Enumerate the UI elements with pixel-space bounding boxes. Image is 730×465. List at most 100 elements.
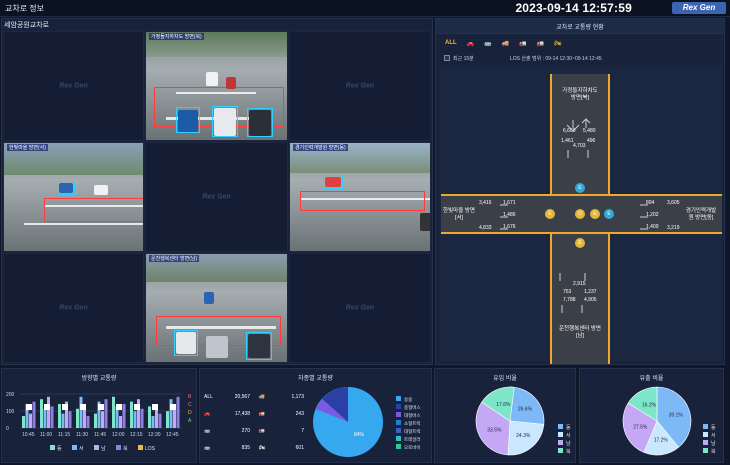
pie-legend-item: 남 — [558, 440, 571, 448]
camera-east[interactable]: 경기인력개발원 방면(동) — [289, 142, 431, 252]
camera-north[interactable]: 가정들지하차도 방면(북) — [145, 31, 288, 141]
los-label: B — [188, 394, 192, 400]
los-badge — [134, 404, 140, 410]
inflow-legend: 동서남북 — [558, 424, 571, 456]
tab-bus-icon[interactable]: 🚌 — [484, 40, 491, 50]
los-light-east-inner: E — [590, 209, 600, 219]
pie-slice-label: 26.6% — [518, 406, 533, 412]
ytick: 200 — [6, 392, 15, 398]
los-badge — [152, 404, 158, 410]
clock: 2023-09-14 12:57:59 — [515, 1, 632, 15]
vehicle-title: 차종별 교통량 — [298, 376, 333, 382]
outflow-title: 유출 비율 — [639, 376, 664, 382]
bar — [166, 411, 169, 428]
vehicle-legend-item: 대형트럭 — [396, 428, 421, 436]
pie-legend-item: 동 — [558, 424, 571, 432]
xtick: 11:15 — [58, 432, 70, 438]
vehicle-legend-item: 승용 — [396, 396, 421, 404]
bar — [68, 411, 72, 428]
camera-north-label: 가정들지하차도 방면(북) — [149, 33, 204, 40]
tab-large-truck-icon[interactable]: 🚛 — [519, 40, 526, 50]
camera-empty-bl: Rex Gen — [3, 253, 144, 363]
pie-label: 84% — [354, 432, 365, 438]
bar — [22, 416, 25, 428]
camera-empty-tr: Rex Gen — [289, 31, 431, 141]
vehicle-row-car: 🚗 17,438 🚛 243 — [204, 410, 304, 417]
bar — [133, 411, 137, 428]
bar — [104, 399, 108, 428]
vehicle-legend-item: 트레일러 — [396, 436, 421, 444]
xtick: 11:45 — [94, 432, 106, 438]
camera-west-label: 한빛마을 방면(서) — [7, 144, 48, 151]
vehicle-type-tabs: ALL 🚗 🚌 🚚 🚛 🚛 🏍 — [445, 40, 562, 50]
pie-slice-label: 16.2% — [642, 403, 657, 409]
trailer-icon: 🚛 — [258, 427, 266, 434]
los-badge — [80, 404, 86, 410]
pie-legend-item: 서 — [558, 432, 571, 440]
large-truck-icon: 🚛 — [258, 410, 266, 417]
legend-label: 북 — [123, 446, 128, 452]
inflow-pie-chart: 26.6% 24.3% 33.5% 17.6% — [475, 386, 545, 456]
los-light-east: E — [604, 209, 614, 219]
los-badge — [98, 404, 104, 410]
motorcycle-icon: 🏍 — [258, 444, 266, 451]
xtick: 10:45 — [22, 432, 35, 438]
los-badge — [26, 404, 32, 410]
camera-south[interactable]: 운천행복센터 방면(남) — [145, 253, 288, 363]
camera-empty-tl: Rex Gen — [3, 31, 144, 141]
bar — [40, 399, 43, 428]
pie-slice-label: 27.5% — [633, 425, 648, 431]
legend-label: 남 — [101, 445, 106, 452]
los-badge — [116, 404, 122, 410]
bar — [151, 416, 155, 428]
tab-all[interactable]: ALL — [445, 40, 457, 50]
recent-checkbox[interactable] — [444, 55, 450, 61]
camera-empty-br: Rex Gen — [289, 253, 431, 363]
bar — [101, 411, 104, 428]
los-badge — [62, 404, 68, 410]
page-title: 교차로 정보 — [5, 4, 45, 13]
intersection-name: 세암공원교차로 — [4, 22, 50, 29]
bar — [29, 413, 32, 428]
direction-bar-chart: 200 100 0 10:45 11:00 11:15 11:30 11:45 12:00 12:… — [6, 392, 192, 452]
los-badge — [170, 404, 176, 410]
los-label: C — [188, 402, 192, 408]
bar — [176, 396, 180, 428]
tab-car-icon[interactable]: 🚗 — [467, 40, 474, 50]
los-light-center: D — [575, 209, 585, 219]
los-label: D — [188, 410, 192, 416]
legend-swatch — [138, 445, 143, 450]
los-range: LOS 산출 범위 : 09-14 12:30~09-14 12:45 — [510, 56, 602, 62]
vehicle-row-all: ALL 20,567 🚚 1,173 — [204, 393, 304, 400]
xtick: 12:15 — [130, 432, 143, 438]
brand-logo: Rex Gen — [672, 2, 726, 14]
inflow-title: 유입 비율 — [493, 376, 517, 382]
tab-trailer-icon[interactable]: 🚛 — [537, 40, 544, 50]
bar — [94, 413, 97, 428]
camera-west[interactable]: 한빛마을 방면(서) — [3, 142, 144, 252]
tab-truck-icon[interactable]: 🚚 — [502, 40, 509, 50]
bar — [112, 396, 115, 428]
pie-legend-item: 북 — [558, 448, 571, 456]
pie-legend-item: 서 — [703, 432, 716, 440]
truck-icon: 🚚 — [258, 393, 266, 400]
bar — [47, 396, 50, 428]
legend-swatch — [72, 445, 77, 450]
tab-motorcycle-icon[interactable]: 🏍 — [554, 40, 562, 50]
legend-swatch — [50, 445, 55, 450]
ytick: 100 — [6, 409, 15, 415]
xtick: 12:30 — [148, 432, 161, 438]
bar — [137, 399, 140, 428]
bar — [50, 406, 54, 428]
bar — [148, 406, 151, 428]
vehicle-legend-item: 소형트럭 — [396, 420, 421, 428]
vehicle-pie-chart: 84% — [313, 387, 383, 457]
app-header: 교차로 정보 2023-09-14 12:57:59 Rex Gen — [0, 0, 730, 17]
legend-swatch — [116, 445, 121, 450]
bar — [86, 416, 90, 428]
vehicle-legend-item: 대형버스 — [396, 412, 421, 420]
bar — [130, 401, 133, 428]
pie-slice-label: 17.2% — [654, 438, 669, 444]
pie-slice-label: 39.1% — [669, 413, 684, 419]
bus-icon: 🚌 — [204, 427, 211, 434]
